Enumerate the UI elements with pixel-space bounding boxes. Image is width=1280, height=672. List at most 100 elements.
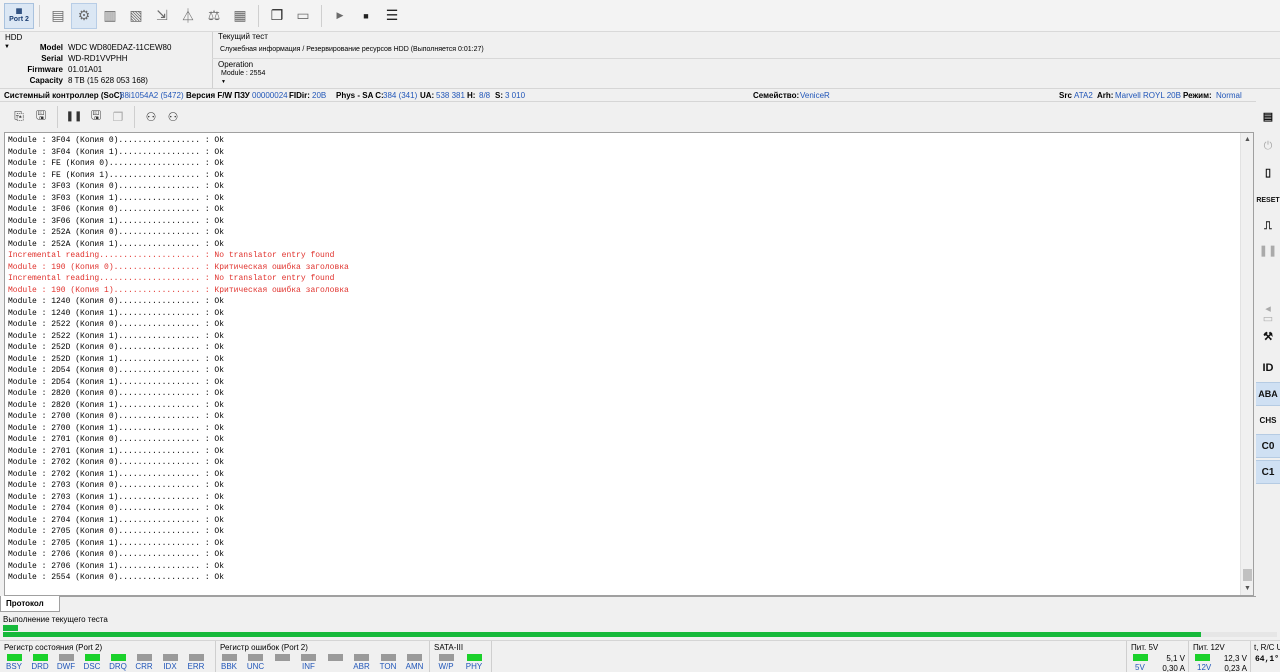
c1-button[interactable]: C1 (1256, 460, 1280, 484)
divider (212, 58, 1280, 59)
led-name: CRR (135, 662, 153, 671)
device-button[interactable]: ▯ (1256, 160, 1280, 184)
scroll-thumb[interactable] (1243, 569, 1252, 581)
operation-dropdown-arrow[interactable]: ▼ (221, 79, 226, 85)
service-info-button[interactable]: ⚙ (71, 2, 97, 29)
port-select-button[interactable]: ▦ Port 2 (4, 2, 34, 29)
tools-button[interactable]: ⚒ (1256, 324, 1280, 348)
model-value: WDC WD80EDAZ-11CEW80 (68, 43, 172, 52)
mode-value: Normal (1216, 91, 1242, 100)
sata-register: SATA-III W/P PHY (430, 641, 492, 672)
register-led: PHY (464, 654, 484, 671)
serial-label: Serial (41, 54, 63, 63)
h-value: 8/8 (479, 91, 491, 100)
log-line: Module : 2820 (Копия 1).................… (8, 400, 225, 410)
surface-map-button[interactable]: ▦ (227, 3, 253, 29)
open-log-button[interactable]: ⎘ (8, 106, 30, 128)
led-name: INF (302, 662, 315, 671)
hdd-capacity-row: Capacity 8 TB (15 628 053 168) (0, 76, 212, 87)
signal-icon: ⎍ (1264, 219, 1272, 232)
log-toolbar: ⎘ 🖫 ❚❚ 🖫 ❐ ⚇ ⚇ (0, 103, 1256, 130)
reset-icon: RESET (1256, 196, 1280, 204)
id-button[interactable]: ID (1256, 356, 1280, 380)
find-next-button[interactable]: ⚇ (162, 106, 184, 128)
led-lamp (6, 654, 22, 661)
hdd-info-button[interactable]: ▤ (45, 3, 71, 29)
binoculars-icon: ⚇ (145, 109, 157, 124)
power-button[interactable]: ⏻ (1256, 134, 1280, 158)
reset-button[interactable]: RESET (1256, 188, 1280, 212)
save-log-button[interactable]: 🖫 (30, 106, 52, 128)
register-led: INF (299, 654, 319, 671)
s-label: S: (495, 91, 503, 100)
scroll-up-arrow-icon[interactable]: ▲ (1241, 133, 1253, 146)
options-icon: ▭ (296, 7, 310, 23)
hdd-info-panel: HDD ▼ Model WDC WD80EDAZ-11CEW80 Serial … (0, 32, 212, 88)
log-line: Module : 3F03 (Копия 0).................… (8, 182, 225, 191)
log-button[interactable]: ☰ (379, 3, 405, 29)
heads-icon: ⚖ (207, 7, 221, 23)
protocol-log[interactable]: Module : 3F04 (Копия 0).................… (4, 132, 1254, 596)
copy-window-icon: ❐ (270, 7, 284, 23)
led-lamp (58, 654, 74, 661)
pause-button[interactable]: ❚❚ (63, 106, 85, 128)
register-led: CRR (134, 654, 154, 671)
toolbar-separator (258, 4, 259, 27)
start-button[interactable]: ▶ (327, 3, 353, 29)
register-led (325, 654, 345, 662)
right-toolbar: ▤ ⏻ ▯ RESET ⎍ ❚❚ ◂ ▭ ⚒ ID ABA CHS C0 C1 (1256, 100, 1280, 600)
log-line: Module : 2D54 (Копия 1).................… (8, 377, 225, 387)
scroll-down-arrow-icon[interactable]: ▼ (1241, 582, 1253, 595)
options-button[interactable]: ▭ (290, 3, 316, 29)
modules-button[interactable]: ▥ (97, 3, 123, 29)
windows-button[interactable]: ❐ (264, 3, 290, 29)
led-name: W/P (438, 662, 454, 671)
mode-label: Режим: (1183, 91, 1212, 100)
signal-button[interactable]: ⎍ (1256, 214, 1280, 238)
app-window: ▦ Port 2 ▤ ⚙ ▥ ▧ ⇲ ⏃ ⚖ ▦ ❐ ▭ ▶ ■ ☰ HDD ▼… (0, 0, 1280, 672)
register-led: TON (378, 654, 398, 671)
hdd-firmware-row: Firmware 01.01A01 (0, 65, 212, 76)
sidebar-pause-button[interactable]: ❚❚ (1256, 238, 1280, 262)
fidir-value: 20B (312, 91, 327, 100)
log-lines: Module : 3F04 (Копия 0).................… (8, 135, 349, 584)
save-as-button[interactable]: 🖫 (85, 106, 107, 128)
register-led: AMN (405, 654, 425, 671)
tab-protocol[interactable]: Протокол (0, 596, 60, 612)
status-register: Регистр состояния (Port 2) BSY DRD DWF DSC D… (0, 641, 216, 672)
family-value: VeniceR (800, 91, 830, 100)
led-lamp (301, 654, 316, 661)
log-line: Module : FE (Копия 1)...................… (8, 170, 225, 180)
log-line: Module : 2702 (Копия 1).................… (8, 469, 225, 479)
led-lamp (380, 654, 396, 661)
filter-button[interactable]: ⏃ (175, 3, 201, 29)
log-scrollbar[interactable]: ▲ ▼ (1240, 133, 1253, 595)
log-line: Module : 2D54 (Копия 0).................… (8, 366, 225, 375)
tables-button[interactable]: ▧ (123, 3, 149, 29)
play-icon: ▶ (336, 10, 344, 20)
current-test-description: Служебная информация / Резервирование ре… (220, 46, 484, 53)
register-led: BBK (219, 654, 239, 671)
temperature-value: 64,1° (1255, 655, 1280, 664)
chs-button[interactable]: CHS (1256, 408, 1280, 432)
operation-title: Operation (218, 60, 254, 69)
c0-button[interactable]: C0 (1256, 434, 1280, 458)
register-led: UNC (246, 654, 266, 671)
copy-button[interactable]: ❐ (107, 106, 129, 128)
aba-button[interactable]: ABA (1256, 382, 1280, 406)
power-5v-name: 5V (1135, 663, 1145, 672)
register-led: IDX (160, 654, 180, 671)
current-test-panel: Текущий тест Служебная информация / Резе… (212, 32, 1280, 88)
log-line: Module : 252A (Копия 0).................… (8, 228, 225, 237)
find-button[interactable]: ⚇ (140, 106, 162, 128)
log-line: Module : 2522 (Копия 0).................… (8, 320, 225, 329)
log-line: Module : 2702 (Копия 0).................… (8, 458, 225, 467)
stop-button[interactable]: ■ (353, 3, 379, 29)
main-toolbar: ▦ Port 2 ▤ ⚙ ▥ ▧ ⇲ ⏃ ⚖ ▦ ❐ ▭ ▶ ■ ☰ (0, 0, 1280, 32)
aba-label: ABA (1258, 389, 1278, 399)
export-button[interactable]: ⇲ (149, 3, 175, 29)
capacity-value: 8 TB (15 628 053 168) (68, 76, 148, 85)
heads-button[interactable]: ⚖ (201, 3, 227, 29)
power-5v-current: 0,30 A (1162, 664, 1185, 672)
drive-info-button[interactable]: ▤ (1256, 104, 1280, 128)
